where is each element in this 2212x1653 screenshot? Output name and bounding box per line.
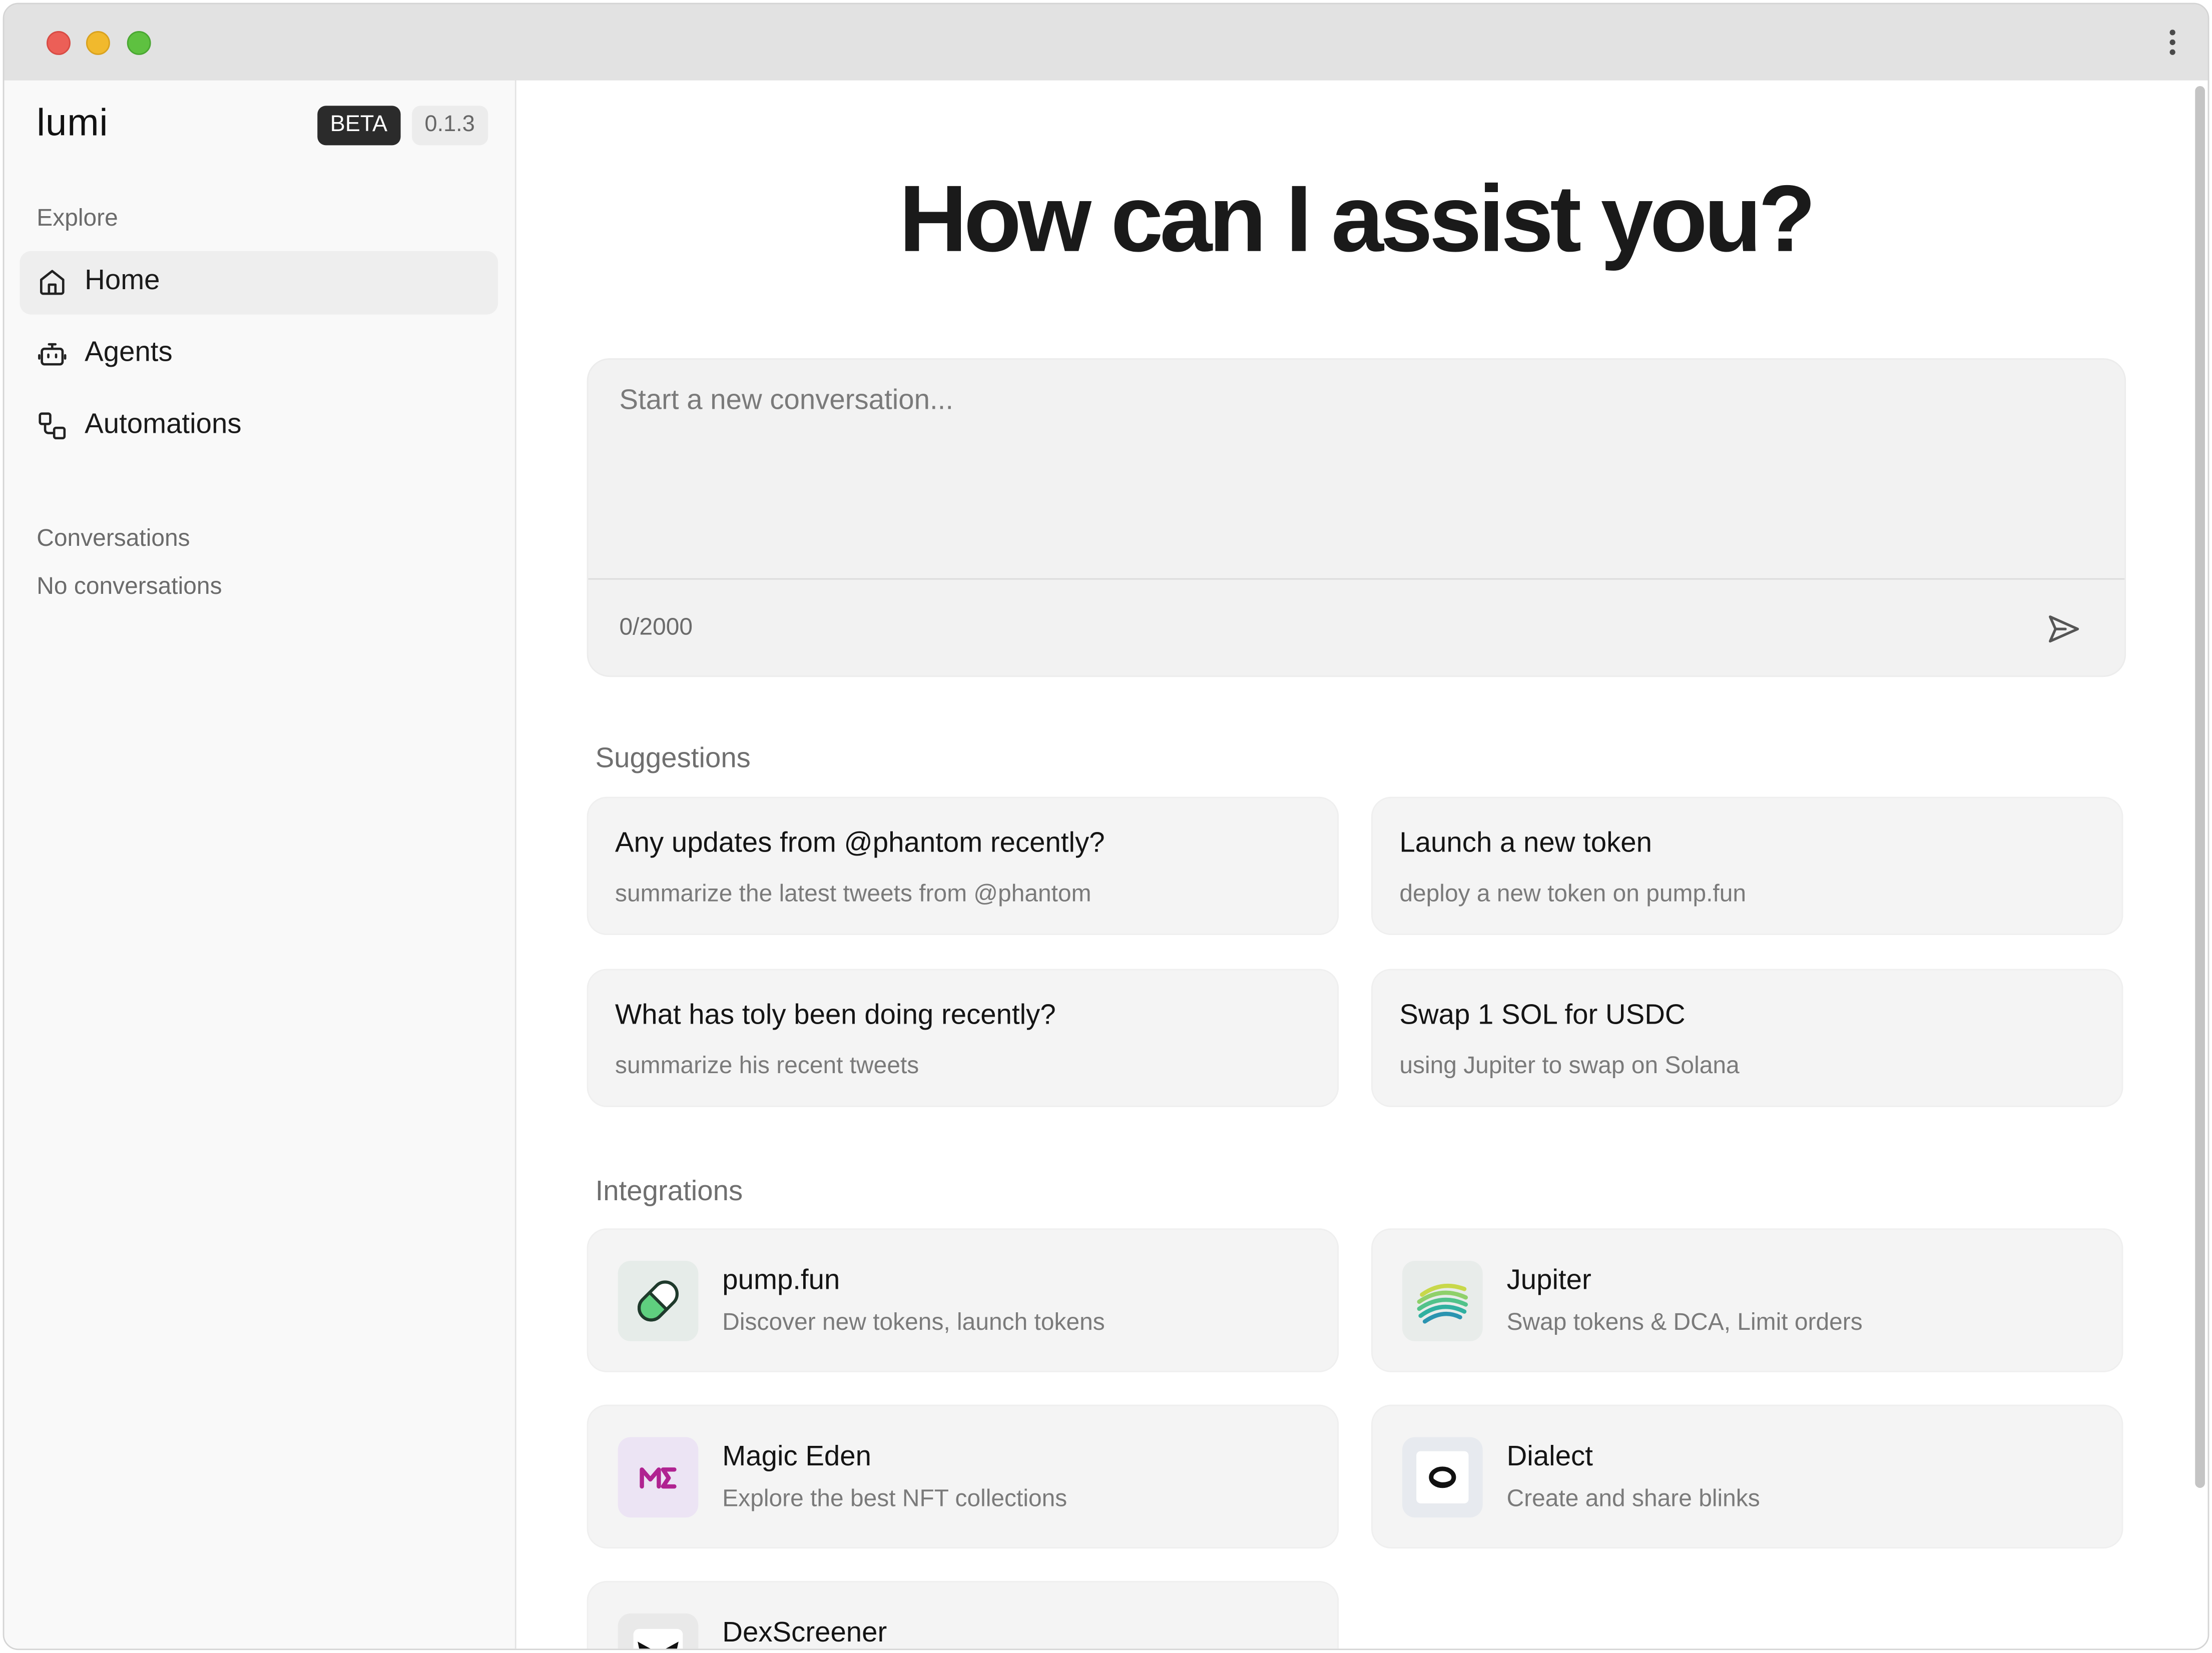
integration-name: Dialect <box>1506 1441 1593 1472</box>
suggestion-card[interactable]: What has toly been doing recently? summa… <box>587 969 1339 1107</box>
send-icon[interactable] <box>2045 611 2082 647</box>
suggestion-subtitle: summarize his recent tweets <box>615 1052 919 1079</box>
integration-name: Jupiter <box>1506 1265 1591 1296</box>
main-content: How can I assist you? 0/2000 Suggestions… <box>516 80 2208 1649</box>
suggestion-subtitle: summarize the latest tweets from @phanto… <box>615 880 1091 907</box>
explore-section-label: Explore <box>37 204 118 232</box>
conversation-input[interactable] <box>588 359 2125 578</box>
zoom-window-button[interactable] <box>127 31 151 55</box>
integration-name: Magic Eden <box>722 1441 872 1472</box>
dexscreener-logo-icon <box>618 1613 699 1649</box>
composer: 0/2000 <box>587 358 2126 677</box>
character-counter: 0/2000 <box>619 613 693 640</box>
beta-badge: BETA <box>317 106 400 146</box>
sidebar-item-home[interactable]: Home <box>20 251 498 315</box>
suggestion-subtitle: using Jupiter to swap on Solana <box>1399 1052 1740 1079</box>
conversations-empty-text: No conversations <box>37 572 222 600</box>
home-icon <box>40 270 65 295</box>
robot-icon <box>38 343 67 366</box>
sidebar-item-agents[interactable]: Agents <box>20 323 498 387</box>
integration-name: DexScreener <box>722 1617 887 1649</box>
sidebar-item-automations[interactable]: Automations <box>20 395 498 458</box>
integration-card-dexscreener[interactable]: DexScreener <box>587 1580 1339 1649</box>
integration-card-dialect[interactable]: Dialect Create and share blinks <box>1371 1404 2123 1549</box>
integration-card-magic-eden[interactable]: Magic Eden Explore the best NFT collecti… <box>587 1404 1339 1549</box>
suggestion-card[interactable]: Launch a new token deploy a new token on… <box>1371 796 2123 935</box>
composer-divider <box>588 578 2125 580</box>
integration-description: Discover new tokens, launch tokens <box>722 1308 1105 1336</box>
suggestion-title: Swap 1 SOL for USDC <box>1399 1000 1686 1031</box>
app-logo: lumi <box>37 101 109 144</box>
integration-card-pumpfun[interactable]: pump.fun Discover new tokens, launch tok… <box>587 1228 1339 1372</box>
suggestion-subtitle: deploy a new token on pump.fun <box>1399 880 1747 907</box>
jupiter-logo-icon <box>1402 1261 1483 1341</box>
integration-description: Swap tokens & DCA, Limit orders <box>1506 1308 1863 1336</box>
conversations-section-label: Conversations <box>37 524 190 552</box>
sidebar-item-label: Automations <box>85 409 242 440</box>
integrations-label: Integrations <box>595 1176 743 1207</box>
version-badge: 0.1.3 <box>412 106 488 146</box>
integration-description: Create and share blinks <box>1506 1485 1760 1512</box>
integration-name: pump.fun <box>722 1265 840 1296</box>
suggestion-card[interactable]: Swap 1 SOL for USDC using Jupiter to swa… <box>1371 969 2123 1107</box>
sidebar-item-label: Agents <box>85 337 173 368</box>
integration-card-jupiter[interactable]: Jupiter Swap tokens & DCA, Limit orders <box>1371 1228 2123 1372</box>
pill-icon <box>618 1261 699 1341</box>
suggestion-title: Launch a new token <box>1399 828 1652 859</box>
dialect-logo-icon <box>1402 1437 1483 1518</box>
sidebar: lumi BETA 0.1.3 Explore Home Agents Auto… <box>4 80 516 1649</box>
suggestion-card[interactable]: Any updates from @phantom recently? summ… <box>587 796 1339 935</box>
app-window: lumi BETA 0.1.3 Explore Home Agents Auto… <box>3 3 2209 1650</box>
integration-description: Explore the best NFT collections <box>722 1485 1067 1512</box>
suggestion-title: What has toly been doing recently? <box>615 1000 1056 1031</box>
suggestion-title: Any updates from @phantom recently? <box>615 828 1105 859</box>
minimize-window-button[interactable] <box>86 31 110 55</box>
sidebar-item-label: Home <box>85 265 160 296</box>
workflow-icon <box>39 412 66 440</box>
title-bar <box>4 4 2208 82</box>
page-title: How can I assist you? <box>899 166 1816 273</box>
magic-eden-logo-icon <box>618 1437 699 1518</box>
close-window-button[interactable] <box>47 31 71 55</box>
suggestions-label: Suggestions <box>595 743 751 774</box>
vertical-scrollbar[interactable] <box>2195 86 2205 1488</box>
more-options-icon[interactable] <box>2165 30 2179 61</box>
